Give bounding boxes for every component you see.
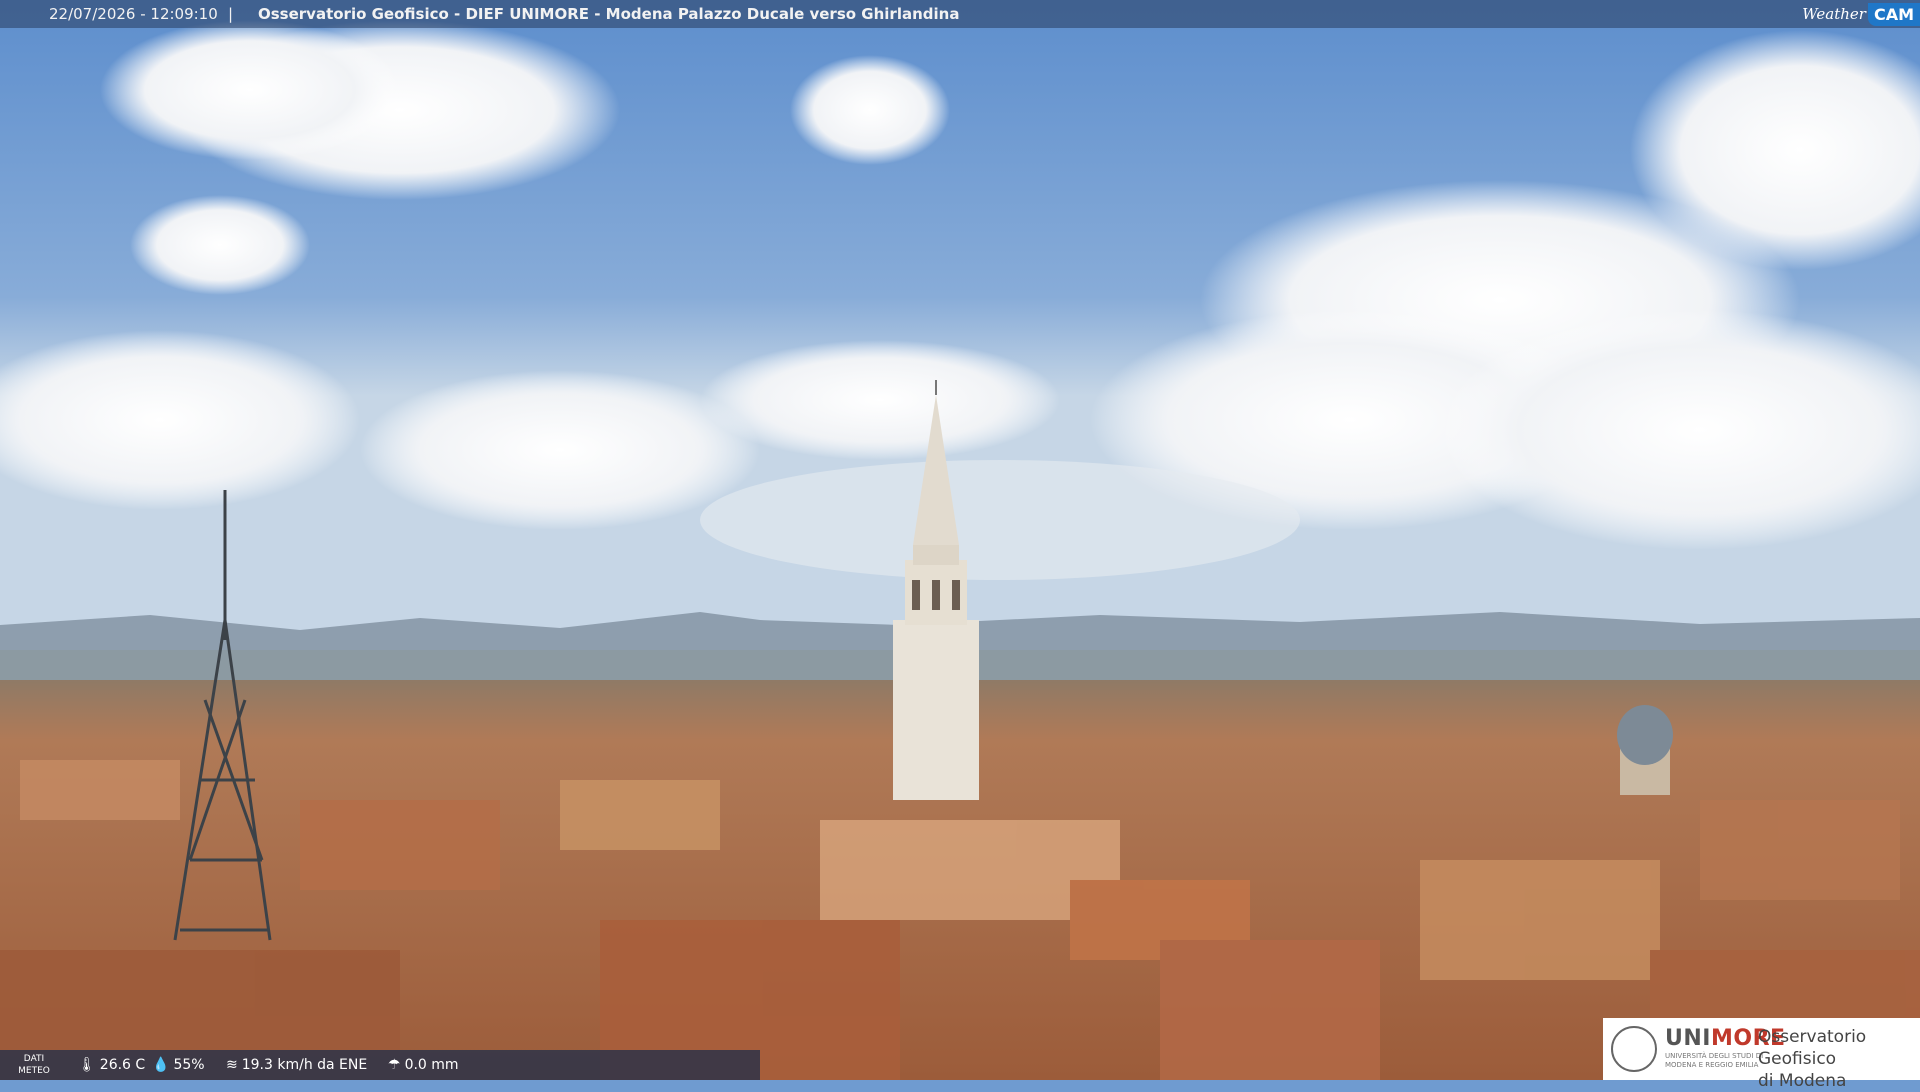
wind-reading: ≋ 19.3 km/h da ENE [226,1050,367,1080]
wind-icon: ≋ [226,1057,238,1073]
temperature-reading: 🌡 26.6 C [78,1050,145,1080]
rain-value: 0.0 mm [404,1057,459,1073]
humidity-reading: 💧 55% [152,1050,205,1080]
rain-umbrella-icon: ☂ [388,1057,401,1073]
wind-value: 19.3 km/h da ENE [241,1057,368,1073]
timestamp: 22/07/2026 - 12:09:10 [49,5,218,23]
humidity-value: 55% [173,1057,205,1073]
observatory-name: Osservatorio Geofisico di Modena [1758,1027,1867,1091]
rain-reading: ☂ 0.0 mm [388,1050,459,1080]
humidity-drop-icon: 💧 [152,1057,170,1073]
unimore-seal-icon [1611,1026,1657,1072]
thermometer-icon: 🌡 [78,1057,96,1073]
brand-cam: CAM [1867,2,1920,26]
top-overlay-bar: 22/07/2026 - 12:09:10 | Osservatorio Geo… [0,0,1920,28]
weathercam-logo: Weather CAM [1802,0,1920,28]
weather-bar-label: DATI METEO [18,1054,50,1076]
separator: | [228,5,234,23]
webcam-scene [0,0,1920,1080]
brand-weather: Weather [1802,5,1866,23]
unimore-observatory-logo: UNIMORE UNIVERSITÀ DEGLI STUDI DI MODENA… [1603,1018,1920,1091]
dome [1617,705,1673,795]
camera-title: Osservatorio Geofisico - DIEF UNIMORE - … [258,5,960,23]
weather-data-bar: DATI METEO 🌡 26.6 C 💧 55% ≋ 19.3 km/h da… [0,1050,760,1080]
temperature-value: 26.6 C [99,1057,146,1073]
